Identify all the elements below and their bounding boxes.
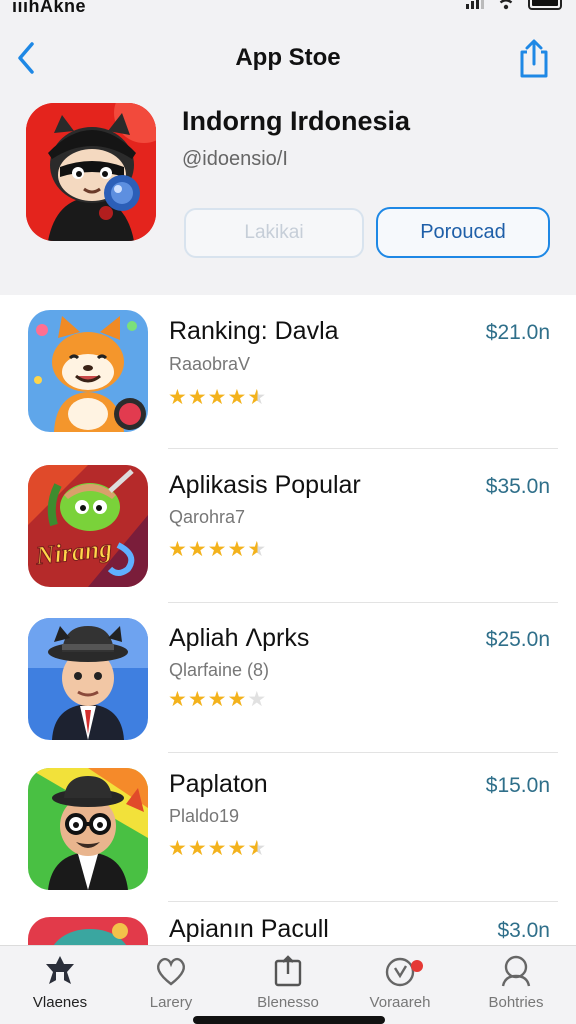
tab-activity[interactable]: Voraareh xyxy=(345,954,455,1020)
app-name: Ranking: Davla xyxy=(169,317,339,345)
app-price: $25.0n xyxy=(485,628,550,651)
list-item[interactable]: Apliah Λprks Qlarfaine (8) ★ ★ ★ ★ ★ $25.0n xyxy=(0,602,576,753)
star-icon: ★ xyxy=(207,688,227,711)
primary-action-button[interactable]: Poroucad xyxy=(376,207,550,258)
share-icon xyxy=(520,39,548,78)
app-name: Paplaton xyxy=(169,770,268,798)
notification-badge xyxy=(411,960,423,972)
app-price: $15.0n xyxy=(485,774,550,797)
app-subtitle: Plaldo19 xyxy=(169,806,240,826)
star-icon: ★ xyxy=(247,538,267,561)
list-item[interactable]: Paplaton Plaldo19 ★ ★ ★ ★ ★ $15.0n xyxy=(0,752,576,902)
tab-label: Larery xyxy=(149,994,193,1011)
star-icon: ★ xyxy=(187,688,207,711)
app-subtitle: Qarohra7 xyxy=(169,507,246,527)
home-indicator xyxy=(193,1016,385,1024)
wifi-icon xyxy=(499,0,513,10)
nav-bar: App Stoe xyxy=(0,30,576,86)
signal-icon xyxy=(466,0,484,9)
star-icon: ★ xyxy=(207,837,227,860)
star-icon: ★ xyxy=(247,837,267,860)
fox-character-icon xyxy=(28,310,148,432)
star-rating: ★ ★ ★ ★ ★ xyxy=(168,689,266,710)
cat-character-icon xyxy=(26,103,156,241)
app-price: $3.0n xyxy=(497,919,550,942)
tab-home[interactable]: Vlaenes xyxy=(5,954,115,1020)
star-icon: ★ xyxy=(168,837,187,860)
app-subtitle: Qlarfaine (8) xyxy=(169,660,270,680)
man-with-glasses-icon xyxy=(28,768,148,890)
star-rating: ★ ★ ★ ★ ★ xyxy=(168,387,266,408)
app-price: $35.0n xyxy=(485,475,550,498)
carrier-label: ıııhAkne xyxy=(12,0,87,16)
developer-app-icon[interactable] xyxy=(26,103,156,241)
star-icon: ★ xyxy=(227,538,247,561)
star-rating: ★ ★ ★ ★ ★ xyxy=(168,838,266,859)
status-bar: ıııhAkne xyxy=(0,0,576,22)
tab-label: Blenesso xyxy=(257,994,319,1011)
star-icon: ★ xyxy=(227,688,247,711)
star-icon: ★ xyxy=(187,386,207,409)
secondary-action-button[interactable]: Lakikai xyxy=(184,208,364,258)
star-icon: ★ xyxy=(187,538,207,561)
game-character-icon: Nirang xyxy=(28,465,148,587)
tab-label: Voraareh xyxy=(369,994,431,1011)
star-icon: ★ xyxy=(207,386,227,409)
battery-icon xyxy=(528,0,562,10)
app-price: $21.0n xyxy=(485,321,550,344)
app-name: Apliah Λprks xyxy=(169,624,310,652)
developer-handle: @idoensio/I xyxy=(182,148,288,170)
star-icon: ★ xyxy=(247,386,267,409)
app-icon xyxy=(28,618,148,740)
page-title: App Stoe xyxy=(235,44,341,71)
clock-icon xyxy=(385,957,415,987)
star-rating: ★ ★ ★ ★ ★ xyxy=(168,539,266,560)
tab-label: Vlaenes xyxy=(32,994,88,1011)
star-icon: ★ xyxy=(168,386,187,409)
home-icon xyxy=(46,956,74,984)
developer-name: Indorng Irdonesia xyxy=(182,106,411,136)
star-icon: ★ xyxy=(227,837,247,860)
app-name: Aplikasis Popular xyxy=(169,471,361,499)
tab-library[interactable]: Larery xyxy=(116,954,226,1020)
star-icon: ★ xyxy=(168,538,187,561)
heart-icon xyxy=(157,957,185,986)
star-icon: ★ xyxy=(168,688,187,711)
share-button[interactable] xyxy=(514,38,554,80)
app-name: Apianın Pacull xyxy=(169,915,329,943)
star-icon: ★ xyxy=(247,688,267,711)
tab-profile[interactable]: Bohtries xyxy=(461,954,571,1020)
star-icon: ★ xyxy=(187,837,207,860)
person-icon xyxy=(501,955,531,987)
share-box-icon xyxy=(274,955,302,987)
list-item[interactable]: Nirang Aplikasis Popular Qarohra7 ★ ★ ★ ★ ★ … xyxy=(0,448,576,603)
app-icon: Nirang xyxy=(28,465,148,587)
list-item[interactable]: Ranking: Davla RaaobraV ★ ★ ★ ★ ★ $21.0n xyxy=(0,295,576,449)
tab-bar: Vlaenes Larery Blenesso Voraareh Bohtrie… xyxy=(0,945,576,1024)
app-icon xyxy=(28,768,148,890)
app-subtitle: RaaobraV xyxy=(169,354,251,374)
tab-share[interactable]: Blenesso xyxy=(233,954,343,1020)
tab-label: Bohtries xyxy=(488,994,544,1011)
star-icon: ★ xyxy=(207,538,227,561)
star-icon: ★ xyxy=(227,386,247,409)
man-with-hat-icon xyxy=(28,618,148,740)
app-icon xyxy=(28,310,148,432)
